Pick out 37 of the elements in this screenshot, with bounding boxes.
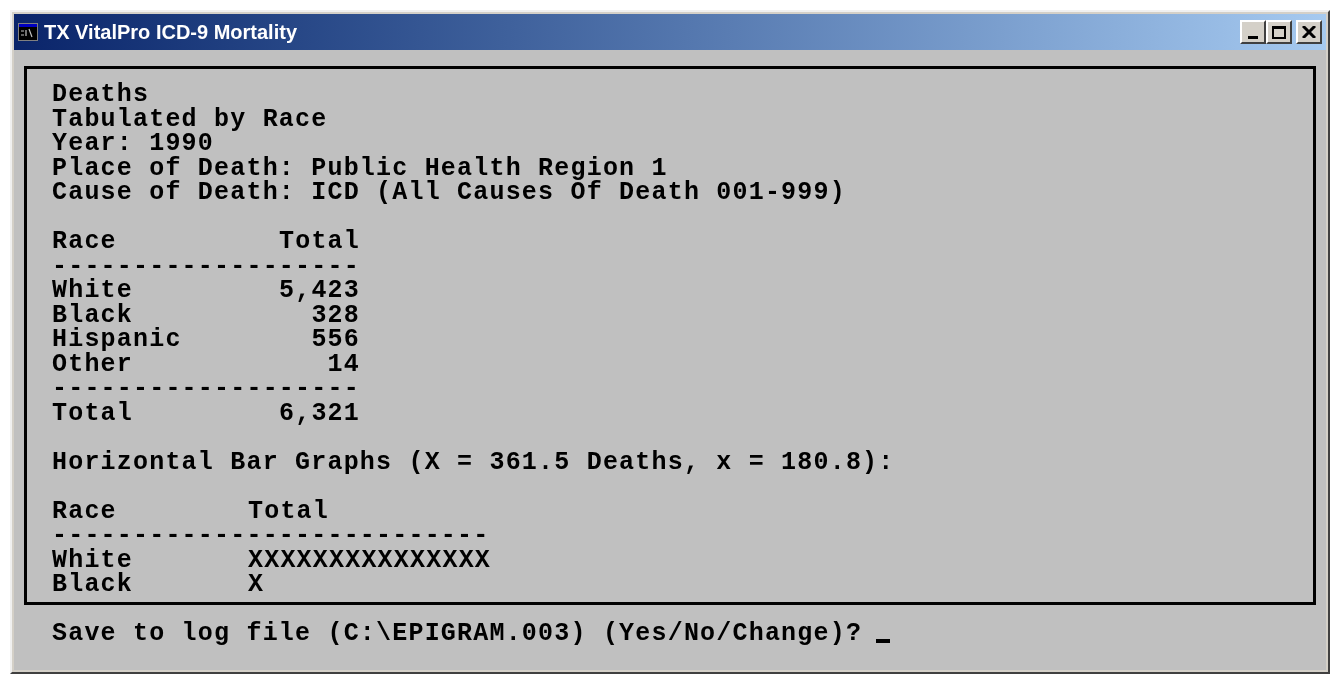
race-label: Black (52, 303, 133, 328)
report-heading-line: Cause of Death: ICD (All Causes Of Death 001-999) (52, 181, 846, 206)
window-title: TX VitalPro ICD-9 Mortality (44, 20, 297, 45)
minimize-icon (1248, 36, 1258, 39)
death-count: 556 (311, 328, 360, 353)
report-heading-line: Place of Death: Public Health Region 1 (52, 156, 668, 181)
race-label: White (52, 279, 133, 304)
column-header: Race (52, 230, 117, 255)
death-count: 328 (311, 303, 360, 328)
column-header: Total (248, 499, 329, 524)
dashed-rule: ------------------- (52, 377, 360, 402)
column-header: Total (279, 230, 360, 255)
death-count: 5,423 (279, 279, 360, 304)
x-mark-bar-label: X (248, 573, 265, 598)
race-label: Hispanic (52, 328, 182, 353)
total-count: 6,321 (279, 401, 360, 426)
column-header: Race (52, 499, 117, 524)
bar-graph-title: Horizontal Bar Graphs (X = 361.5 Deaths, x = 180.8): (52, 450, 895, 475)
race-label: Other (52, 352, 133, 377)
race-label: Black (52, 573, 133, 598)
console-icon (18, 23, 38, 41)
maximize-button[interactable] (1266, 20, 1292, 44)
report-heading-line: Tabulated by Race (52, 107, 328, 132)
close-button[interactable] (1296, 20, 1322, 44)
maximize-icon (1272, 25, 1286, 39)
dashed-rule: --------------------------- (52, 524, 490, 549)
text-cursor (876, 639, 891, 644)
dashed-rule: ------------------- (52, 254, 360, 279)
death-count: 14 (327, 352, 360, 377)
x-mark-bar-label: XXXXXXXXXXXXXXX (248, 548, 492, 573)
close-icon (1302, 26, 1316, 38)
minimize-button[interactable] (1240, 20, 1266, 44)
save-prompt: Save to log file (C:\EPIGRAM.003) (Yes/No/Change)? (52, 622, 863, 647)
total-label: Total (52, 401, 133, 426)
report-heading-line: Year: 1990 (52, 132, 215, 157)
race-label: White (52, 548, 133, 573)
report-heading-line: Deaths (52, 83, 150, 108)
